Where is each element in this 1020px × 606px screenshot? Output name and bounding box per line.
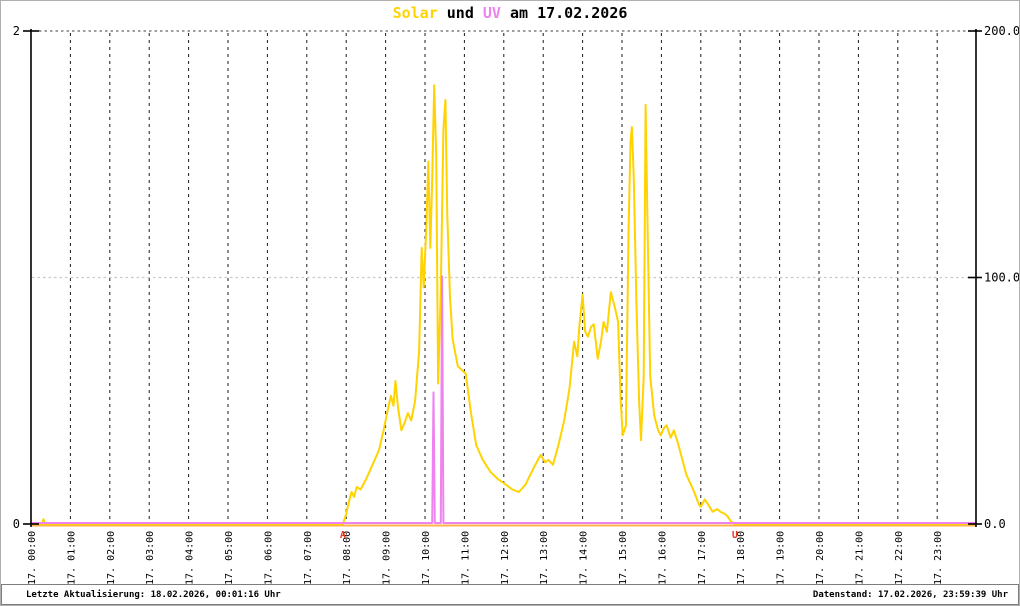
right-axis-label: 100.0 <box>984 271 1020 285</box>
x-tick-label: 17. 21:00 <box>854 531 865 585</box>
x-tick-label: 17. 00:00 <box>27 531 38 585</box>
solar-line <box>30 84 977 525</box>
x-tick-label: 17. 09:00 <box>382 531 393 585</box>
x-tick-label: 17. 12:00 <box>500 531 511 585</box>
x-tick-label: 17. 16:00 <box>657 531 668 585</box>
x-tick-label: 17. 03:00 <box>145 531 156 585</box>
x-tick-label: 17. 11:00 <box>460 531 471 585</box>
x-tick-label: 17. 15:00 <box>618 531 629 585</box>
x-tick-label: 17. 20:00 <box>815 531 826 585</box>
sun-marker-A: A <box>340 530 346 541</box>
x-tick-label: 17. 17:00 <box>697 531 708 585</box>
right-axis-label: 0.0 <box>984 517 1006 531</box>
x-tick-label: 17. 01:00 <box>66 531 77 585</box>
data-timestamp-text: Datenstand: 17.02.2026, 23:59:39 Uhr <box>812 589 1008 600</box>
solar-uv-chart: 2 0 200.0 100.0 0.0 17. 00:00 17. 01:00 17. 02:… <box>13 24 1020 585</box>
x-tick-label: 17. 22:00 <box>894 531 905 585</box>
x-tick-label: 17. 07:00 <box>303 531 314 585</box>
status-bar: Letzte Aktualisierung: 18.02.2026, 00:01… <box>1 584 1019 605</box>
sun-marker-U: U <box>732 530 738 541</box>
x-tick-label: 17. 14:00 <box>579 531 590 585</box>
left-axis-label: 2 <box>13 24 20 38</box>
last-update-text: Letzte Aktualisierung: 18.02.2026, 00:01… <box>26 589 281 600</box>
x-tick-label: 17. 23:00 <box>933 531 944 585</box>
x-tick-label: 17. 05:00 <box>224 531 235 585</box>
left-axis-label: 0 <box>13 517 20 531</box>
x-tick-label: 17. 02:00 <box>106 531 117 585</box>
x-tick-label: 17. 06:00 <box>263 531 274 585</box>
right-axis-label: 200.0 <box>984 24 1020 38</box>
x-tick-label: 17. 13:00 <box>539 531 550 585</box>
chart-page: Solar und UV am 17.02.2026 2 0 200.0 100.0 0… <box>0 0 1020 606</box>
x-tick-label: 17. 19:00 <box>776 531 787 585</box>
x-tick-label: 17. 10:00 <box>421 531 432 585</box>
x-tick-label: 17. 04:00 <box>185 531 196 585</box>
